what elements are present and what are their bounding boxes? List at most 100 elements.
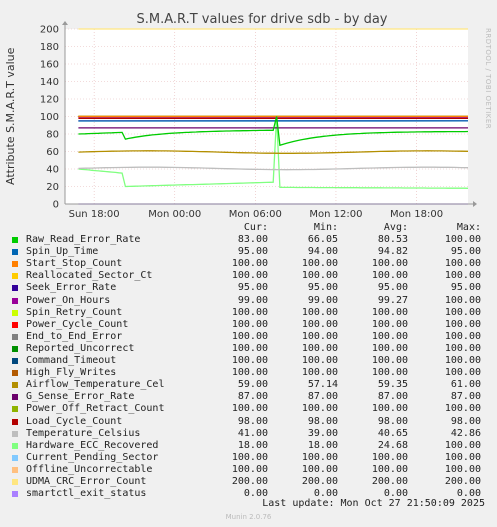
legend-swatch	[12, 466, 18, 473]
series-name: Spin_Retry_Count	[26, 306, 123, 318]
legend-row: Spin_Up_Time 95.00 94.00 94.82 95.00	[10, 246, 490, 258]
legend-swatch	[12, 370, 18, 377]
legend-swatch	[12, 249, 18, 256]
series-cur: 100.00	[231, 403, 268, 415]
legend-swatch	[12, 273, 18, 280]
legend-swatch	[12, 333, 18, 340]
legend-row: Seek_Error_Rate 95.00 95.00 95.00 95.00	[10, 282, 490, 294]
y-tick-label: 140	[40, 77, 59, 88]
series-cur: 100.00	[231, 451, 268, 463]
chart-title: S.M.A.R.T values for drive sdb - by day	[137, 12, 388, 27]
series-name: Current_Pending_Sector	[26, 451, 159, 463]
series-max: 42.86	[450, 427, 481, 439]
series-avg: 100.00	[371, 258, 408, 270]
series-name: Seek_Error_Rate	[26, 282, 117, 294]
series-min: 18.00	[307, 439, 338, 451]
y-tick-label: 20	[46, 182, 59, 193]
y-tick-label: 180	[40, 42, 59, 53]
series-min: 100.00	[301, 318, 338, 330]
series-max: 100.00	[444, 342, 481, 354]
series-cur: 0.00	[243, 488, 268, 500]
series-avg: 100.00	[371, 367, 408, 379]
series-name: Power_Cycle_Count	[26, 318, 129, 330]
series-name: High_Fly_Writes	[26, 367, 117, 379]
series-cur: 100.00	[231, 355, 268, 367]
series-avg: 100.00	[371, 355, 408, 367]
y-axis-label: Attribute S.M.A.R.T value	[4, 47, 17, 185]
series-name: UDMA_CRC_Error_Count	[26, 475, 147, 487]
legend-row: Start_Stop_Count 100.00 100.00 100.00 100.00	[10, 258, 490, 270]
series-min: 39.00	[307, 427, 338, 439]
series-min: 100.00	[301, 258, 338, 270]
series-min: 100.00	[301, 330, 338, 342]
series-min: 57.14	[307, 379, 338, 391]
series-cur: 59.00	[237, 379, 268, 391]
series-min: 100.00	[301, 270, 338, 282]
series-cur: 200.00	[231, 475, 268, 487]
legend-row: Reallocated_Sector_Ct 100.00 100.00 100.00 1…	[10, 270, 490, 282]
series-min: 66.05	[307, 234, 338, 246]
series-avg: 95.00	[377, 282, 408, 294]
series-max: 95.00	[450, 282, 481, 294]
series-max: 100.00	[444, 439, 481, 451]
series-name: Start_Stop_Count	[26, 258, 123, 270]
header-min: Min:	[313, 222, 338, 233]
legend-row: Current_Pending_Sector 100.00 100.00 100.00…	[10, 452, 490, 464]
series-name: Raw_Read_Error_Rate	[26, 234, 141, 246]
legend-row: Reported_Uncorrect 100.00 100.00 100.00 100.…	[10, 343, 490, 355]
series-max: 100.00	[444, 294, 481, 306]
series-name: Airflow_Temperature_Cel	[26, 379, 165, 391]
series-avg: 100.00	[371, 270, 408, 282]
series-name: Hardware_ECC_Recovered	[26, 439, 159, 451]
series-cur: 100.00	[231, 463, 268, 475]
series-cur: 100.00	[231, 342, 268, 354]
series-avg: 24.68	[377, 439, 408, 451]
legend-swatch	[12, 454, 18, 461]
series-avg: 100.00	[371, 318, 408, 330]
legend-swatch	[12, 430, 18, 437]
header-avg: Avg:	[383, 222, 408, 233]
y-axis-arrow	[62, 21, 68, 25]
y-tick-label: 120	[40, 95, 59, 106]
legend-swatch	[12, 285, 18, 292]
series-max: 100.00	[444, 367, 481, 379]
series-avg: 100.00	[371, 451, 408, 463]
series-cur: 95.00	[237, 246, 268, 258]
series-cur: 100.00	[231, 367, 268, 379]
series-cur: 100.00	[231, 306, 268, 318]
legend-row: Load_Cycle_Count 98.00 98.00 98.00 98.00	[10, 416, 490, 428]
legend-row: UDMA_CRC_Error_Count 200.00 200.00 200.00 20…	[10, 476, 490, 488]
series-cur: 100.00	[231, 330, 268, 342]
series-max: 100.00	[444, 330, 481, 342]
series-max: 100.00	[444, 258, 481, 270]
rrdtool-credit: RRDTOOL / TOBI OETIKER	[484, 28, 492, 129]
y-tick-label: 100	[40, 112, 59, 123]
series-min: 100.00	[301, 367, 338, 379]
legend-swatch	[12, 394, 18, 401]
x-axis-arrow	[473, 201, 477, 207]
series-min: 99.00	[307, 294, 338, 306]
series-name: smartctl_exit_status	[26, 488, 147, 500]
chart: S.M.A.R.T values for drive sdb - by day …	[4, 12, 492, 220]
legend-row: Hardware_ECC_Recovered 18.00 18.00 24.68 100…	[10, 440, 490, 452]
series-max: 100.00	[444, 463, 481, 475]
series-max: 100.00	[444, 234, 481, 246]
x-tick-label: Sun 18:00	[69, 209, 120, 220]
legend-row: Power_Cycle_Count 100.00 100.00 100.00 100.0…	[10, 319, 490, 331]
legend-row: High_Fly_Writes 100.00 100.00 100.00 100.00	[10, 367, 490, 379]
series-cur: 98.00	[237, 415, 268, 427]
legend-row: Offline_Uncorrectable 100.00 100.00 100.00 1…	[10, 464, 490, 476]
header-cur: Cur:	[243, 222, 268, 233]
series-avg: 99.27	[377, 294, 408, 306]
legend-swatch	[12, 261, 18, 268]
series-avg: 94.82	[377, 246, 408, 258]
legend-row: Power_On_Hours 99.00 99.00 99.27 100.00	[10, 295, 490, 307]
series-cur: 99.00	[237, 294, 268, 306]
series-avg: 100.00	[371, 330, 408, 342]
series-cur: 100.00	[231, 258, 268, 270]
series-cur: 95.00	[237, 282, 268, 294]
legend-row: G_Sense_Error_Rate 87.00 87.00 87.00 87.00	[10, 391, 490, 403]
series-name: G_Sense_Error_Rate	[26, 391, 135, 403]
series-min: 100.00	[301, 463, 338, 475]
series-min: 95.00	[307, 282, 338, 294]
